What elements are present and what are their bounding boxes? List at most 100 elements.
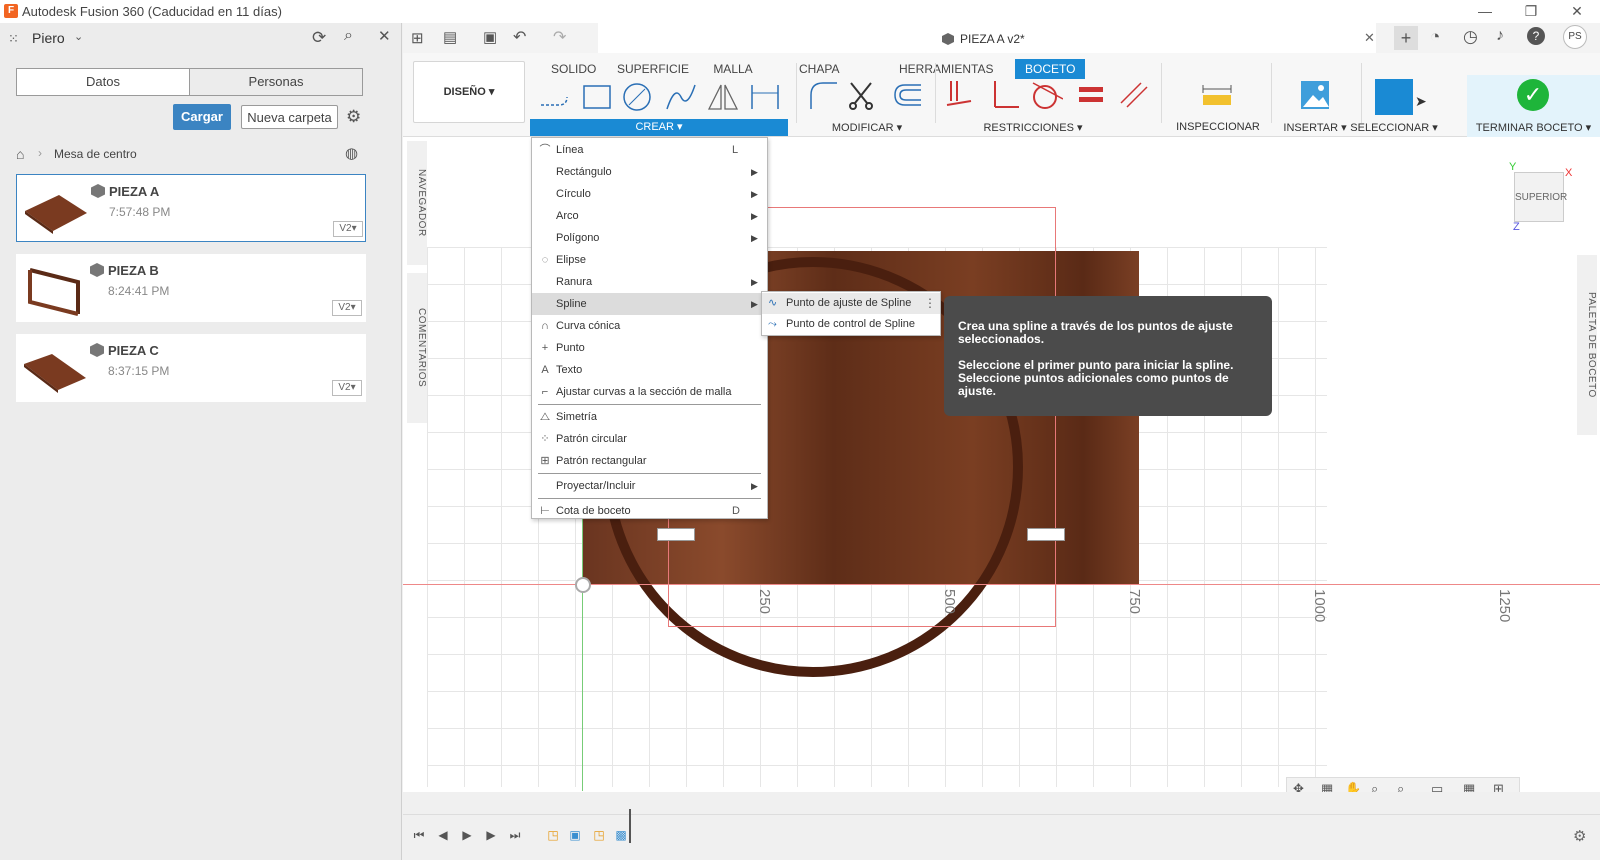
menu-item-elipse[interactable]: ◌ Elipse	[532, 249, 767, 271]
menu-item-curva-cónica[interactable]: ∩ Curva cónica	[532, 315, 767, 337]
breadcrumb-folder[interactable]: Mesa de centro	[54, 147, 137, 161]
tangent-constraint-icon[interactable]	[1031, 79, 1063, 111]
viewcube[interactable]: SUPERIOR	[1514, 172, 1567, 222]
search-icon[interactable]: ⌕	[344, 27, 353, 45]
new-folder-button[interactable]: Nueva carpeta	[241, 105, 338, 129]
rectangle-tool-icon[interactable]	[581, 81, 613, 113]
avatar[interactable]: PS	[1563, 25, 1587, 49]
perpendicular-constraint-icon[interactable]	[989, 79, 1021, 111]
fillet-icon[interactable]	[807, 79, 839, 111]
bell-icon[interactable]: ♪	[1496, 27, 1504, 45]
maximize-button[interactable]: ❐	[1508, 1, 1554, 22]
version-badge[interactable]: V2▾	[332, 380, 362, 396]
grid-settings-icon[interactable]: ▦	[1463, 781, 1475, 792]
spline-tool-icon[interactable]	[665, 81, 697, 113]
timeline-marker[interactable]	[629, 809, 631, 843]
undo-icon[interactable]: ↶	[513, 27, 526, 47]
grid-menu-icon[interactable]: ⊞	[411, 29, 424, 47]
insert-image-icon[interactable]	[1299, 79, 1331, 111]
menu-item-patrón-circular[interactable]: ⁘ Patrón circular	[532, 428, 767, 450]
menu-item-ranura[interactable]: Ranura ▶	[532, 271, 767, 293]
check-icon[interactable]: ✓	[1517, 79, 1549, 111]
document-tab[interactable]: PIEZA A v2* ✕	[598, 23, 1376, 53]
menu-item-proyectar-incluir[interactable]: Proyectar/Incluir ▶	[532, 475, 767, 497]
save-icon[interactable]: ▣	[483, 28, 497, 46]
terminar-boceto-dropdown[interactable]: TERMINAR BOCETO ▾	[1467, 121, 1600, 134]
menu-item-patrón-rectangular[interactable]: ⊞ Patrón rectangular	[532, 450, 767, 472]
tab-herramientas[interactable]: HERRAMIENTAS	[899, 59, 993, 79]
go-to-end-icon[interactable]: ⏭	[507, 827, 523, 843]
apps-grid-icon[interactable]: ⁙	[8, 31, 22, 46]
origin-point[interactable]	[575, 577, 591, 593]
menu-item-línea[interactable]: ⌒ Línea L	[532, 139, 767, 161]
step-forward-icon[interactable]: ▶	[483, 827, 499, 843]
display-settings-icon[interactable]: ▭	[1431, 781, 1443, 792]
tab-solido[interactable]: SOLIDO	[551, 59, 596, 79]
tab-superficie[interactable]: SUPERFICIE	[617, 59, 689, 79]
timeline-settings-icon[interactable]: ⚙	[1573, 827, 1586, 845]
menu-item-texto[interactable]: A Texto	[532, 359, 767, 381]
help-icon[interactable]: ?	[1527, 27, 1545, 45]
look-at-icon[interactable]: ▦	[1321, 781, 1333, 792]
list-item[interactable]: PIEZA B 8:24:41 PM V2▾	[16, 254, 366, 322]
menu-item-simetría[interactable]: ⧍ Simetría	[532, 406, 767, 428]
list-item[interactable]: PIEZA A 7:57:48 PM V2▾	[16, 174, 366, 242]
tab-chapa[interactable]: CHAPA	[799, 59, 839, 79]
go-to-start-icon[interactable]: ⏮	[411, 827, 427, 843]
coincident-constraint-icon[interactable]	[943, 79, 975, 111]
upload-button[interactable]: Cargar	[173, 104, 231, 130]
redo-icon[interactable]: ↷	[553, 27, 566, 47]
restricciones-dropdown[interactable]: RESTRICCIONES ▾	[973, 121, 1093, 134]
globe-icon[interactable]: ◍	[345, 144, 358, 162]
offset-icon[interactable]	[891, 79, 923, 111]
trim-scissors-icon[interactable]	[845, 79, 877, 111]
equal-constraint-icon[interactable]	[1075, 79, 1107, 111]
file-icon[interactable]: ▤	[443, 28, 457, 46]
gear-icon[interactable]: ⚙	[346, 107, 361, 127]
menu-item-círculo[interactable]: Círculo ▶	[532, 183, 767, 205]
menu-item-spline-control-point[interactable]: ⤳ Punto de control de Spline	[762, 314, 940, 335]
menu-item-ajustar-curvas-a-la-sección-de-malla[interactable]: ⌐ Ajustar curvas a la sección de malla	[532, 381, 767, 403]
measure-icon[interactable]	[1201, 79, 1233, 111]
sketch-feature-icon[interactable]: ◳	[545, 827, 561, 843]
menu-item-arco[interactable]: Arco ▶	[532, 205, 767, 227]
mirror-tool-icon[interactable]	[707, 81, 739, 113]
user-team-name[interactable]: Piero	[32, 30, 65, 46]
refresh-icon[interactable]: ⟳	[312, 28, 326, 48]
modificar-dropdown[interactable]: MODIFICAR ▾	[817, 121, 917, 134]
play-icon[interactable]: ▶	[459, 827, 475, 843]
seleccionar-dropdown[interactable]: SELECCIONAR ▾	[1349, 121, 1439, 134]
viewports-icon[interactable]: ⊞	[1493, 781, 1504, 792]
menu-item-rectángulo[interactable]: Rectángulo ▶	[532, 161, 767, 183]
circle-tool-icon[interactable]	[621, 81, 653, 113]
version-badge[interactable]: V2▾	[333, 221, 363, 237]
close-panel-icon[interactable]: ✕	[378, 27, 391, 45]
minimize-button[interactable]: —	[1462, 1, 1508, 22]
sketch-palette-tab[interactable]: PALETA DE BOCETO	[1577, 255, 1597, 435]
sketch-dimension-icon[interactable]	[749, 81, 781, 113]
insertar-dropdown[interactable]: INSERTAR ▾	[1275, 121, 1355, 134]
extrude-feature-icon[interactable]: ▣	[567, 827, 583, 843]
new-tab-icon[interactable]: +	[1394, 26, 1418, 50]
select-tool-icon[interactable]	[1375, 79, 1413, 115]
more-options-icon[interactable]: ⋮	[924, 293, 936, 314]
clock-icon[interactable]: ◷	[1463, 27, 1478, 47]
orbit-icon[interactable]: ✥	[1293, 781, 1304, 792]
pan-hand-icon[interactable]: ✋	[1345, 781, 1361, 792]
menu-item-punto[interactable]: + Punto	[532, 337, 767, 359]
step-back-icon[interactable]: ◀	[435, 827, 451, 843]
close-tab-icon[interactable]: ✕	[1364, 30, 1375, 46]
sketch-feature-icon[interactable]: ◳	[591, 827, 607, 843]
tab-personas[interactable]: Personas	[189, 68, 363, 96]
close-button[interactable]: ✕	[1554, 1, 1600, 22]
menu-item-spline[interactable]: Spline ▶	[532, 293, 767, 315]
list-item[interactable]: PIEZA C 8:37:15 PM V2▾	[16, 334, 366, 402]
navigator-tab[interactable]: NAVEGADOR	[407, 141, 427, 265]
menu-item-cota-de-boceto[interactable]: ⊢ Cota de boceto D	[532, 500, 767, 522]
parallel-constraint-icon[interactable]	[1117, 79, 1149, 111]
jobs-status-icon[interactable]: ◔	[1430, 27, 1440, 47]
tab-boceto[interactable]: BOCETO	[1015, 59, 1086, 79]
tab-datos[interactable]: Datos	[16, 68, 190, 96]
version-badge[interactable]: V2▾	[332, 300, 362, 316]
line-tool-icon[interactable]	[539, 81, 571, 113]
